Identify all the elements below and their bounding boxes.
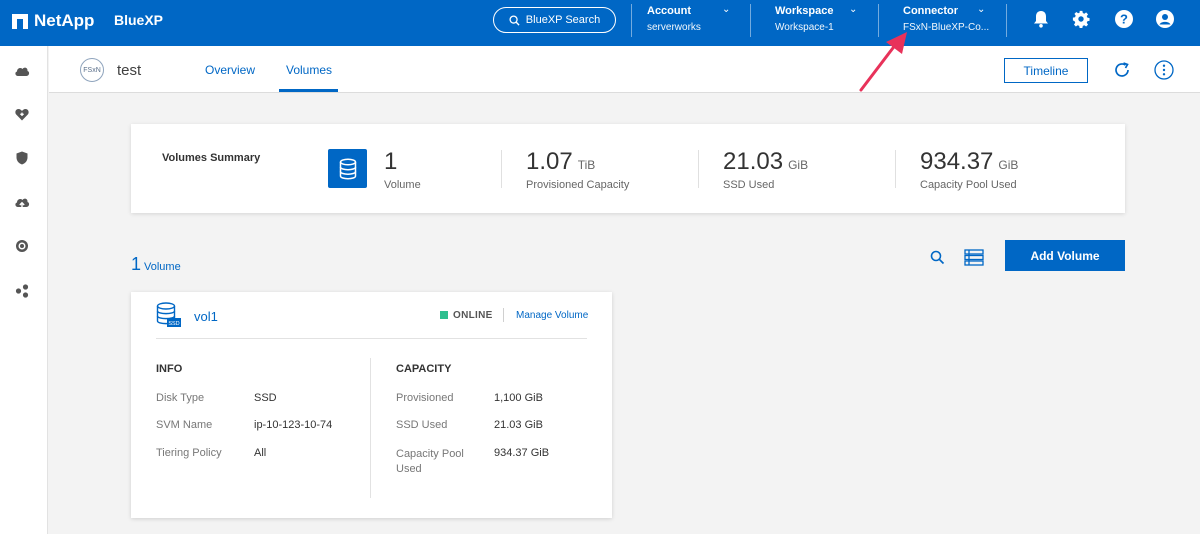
database-icon <box>328 149 367 188</box>
capacity-value: 1,100 GiB <box>494 392 543 404</box>
divider <box>1006 4 1007 37</box>
stat-value: 934.37 <box>920 148 994 175</box>
left-nav-rail <box>0 46 48 534</box>
more-options-icon[interactable] <box>1154 60 1174 80</box>
capacity-value: 21.03 GiB <box>494 419 543 431</box>
chevron-down-icon: ⌄ <box>977 4 986 15</box>
annotation-arrow-icon <box>859 32 907 92</box>
info-value: ip-10-123-10-74 <box>254 419 333 431</box>
connector-selector[interactable]: Connector FSxN-BlueXP-Co... ⌄ <box>903 4 1003 39</box>
stat-caption: Capacity Pool Used <box>920 179 1017 191</box>
working-environment-header: FSxN test Overview Volumes Timeline <box>49 46 1200 93</box>
capacity-section-title: CAPACITY <box>396 363 452 375</box>
volumes-summary-title: Volumes Summary <box>162 152 261 164</box>
volume-count-word: Volume <box>144 261 181 273</box>
divider <box>750 4 751 37</box>
capacity-key: Provisioned <box>396 392 454 404</box>
divider <box>698 150 699 188</box>
capacity-value: 934.37 GiB <box>494 447 550 459</box>
svg-text:SSD: SSD <box>168 321 179 327</box>
stat-provisioned-capacity: 1.07 TiB Provisioned Capacity <box>526 148 630 192</box>
volume-name[interactable]: vol1 <box>194 309 218 324</box>
cloud-icon[interactable] <box>13 62 31 80</box>
volumes-summary-card: Volumes Summary 1 Volume 1.07 TiB Provisi… <box>131 124 1125 213</box>
stat-volume-count: 1 Volume <box>384 148 421 192</box>
stat-unit: GiB <box>998 158 1019 172</box>
add-volume-button[interactable]: Add Volume <box>1005 240 1125 271</box>
target-icon[interactable] <box>13 237 31 255</box>
stat-value: 1 <box>384 148 398 175</box>
account-selector[interactable]: Account serverworks ⌄ <box>647 4 739 39</box>
stat-ssd-used: 21.03 GiB SSD Used <box>723 148 809 192</box>
user-icon[interactable] <box>1155 9 1175 29</box>
stat-unit: GiB <box>788 158 809 172</box>
divider <box>156 338 587 339</box>
stat-caption: Provisioned Capacity <box>526 179 630 191</box>
gear-icon[interactable] <box>1071 9 1091 29</box>
info-value: SSD <box>254 392 277 404</box>
volume-ssd-icon: SSD <box>156 302 181 327</box>
stat-value: 1.07 <box>526 148 573 175</box>
stat-caption: SSD Used <box>723 179 775 191</box>
divider <box>501 150 502 188</box>
share-icon[interactable] <box>13 282 31 300</box>
search-icon[interactable] <box>927 248 947 266</box>
manage-volume-link[interactable]: Manage Volume <box>516 310 588 321</box>
volume-count: 1 Volume <box>131 254 181 275</box>
info-key: SVM Name <box>156 419 213 431</box>
timeline-button[interactable]: Timeline <box>1004 58 1088 83</box>
help-icon[interactable]: ? <box>1114 9 1134 29</box>
volume-count-number: 1 <box>131 254 142 274</box>
info-key: Tiering Policy <box>156 447 222 459</box>
tab-volumes[interactable]: Volumes <box>286 63 332 77</box>
search-icon <box>509 14 520 26</box>
netapp-logo-icon <box>12 13 28 29</box>
tab-overview[interactable]: Overview <box>205 63 255 77</box>
netapp-logo[interactable]: NetApp <box>12 11 94 31</box>
volume-card: SSD vol1 ONLINE Manage Volume INFO Disk … <box>131 292 612 518</box>
list-view-icon[interactable] <box>964 248 984 266</box>
cloud-upload-icon[interactable] <box>13 193 31 211</box>
divider <box>370 358 371 498</box>
bell-icon[interactable] <box>1031 9 1051 29</box>
top-bar: NetApp BlueXP BlueXP Search Account serv… <box>0 0 1200 46</box>
stat-caption: Volume <box>384 179 421 191</box>
divider <box>503 308 504 322</box>
shield-icon[interactable] <box>13 149 31 167</box>
capacity-key: SSD Used <box>396 419 448 431</box>
status-badge: ONLINE <box>453 310 493 321</box>
divider <box>631 4 632 37</box>
refresh-icon[interactable] <box>1112 60 1132 80</box>
chevron-down-icon: ⌄ <box>849 4 858 15</box>
info-section-title: INFO <box>156 363 183 375</box>
chevron-down-icon: ⌄ <box>722 4 731 15</box>
brand-name: NetApp <box>34 11 95 30</box>
capacity-key: Capacity Pool Used <box>396 448 464 475</box>
divider <box>895 150 896 188</box>
active-tab-indicator <box>279 89 338 92</box>
fsxn-badge-icon: FSxN <box>80 58 104 82</box>
product-name: BlueXP <box>114 12 164 28</box>
bluexp-search-button[interactable]: BlueXP Search <box>493 7 616 33</box>
status-online-indicator <box>440 311 448 319</box>
stat-unit: TiB <box>577 158 596 172</box>
connector-value: FSxN-BlueXP-Co... <box>903 22 990 33</box>
stat-capacity-pool-used: 934.37 GiB Capacity Pool Used <box>920 148 1019 192</box>
health-icon[interactable] <box>13 105 31 123</box>
svg-text:?: ? <box>1120 12 1128 27</box>
stat-value: 21.03 <box>723 148 784 175</box>
connector-label: Connector <box>903 5 958 17</box>
working-environment-name: test <box>117 62 142 79</box>
account-value: serverworks <box>647 22 701 33</box>
info-value: All <box>254 447 267 459</box>
search-label: BlueXP Search <box>525 14 601 26</box>
info-key: Disk Type <box>156 392 205 404</box>
